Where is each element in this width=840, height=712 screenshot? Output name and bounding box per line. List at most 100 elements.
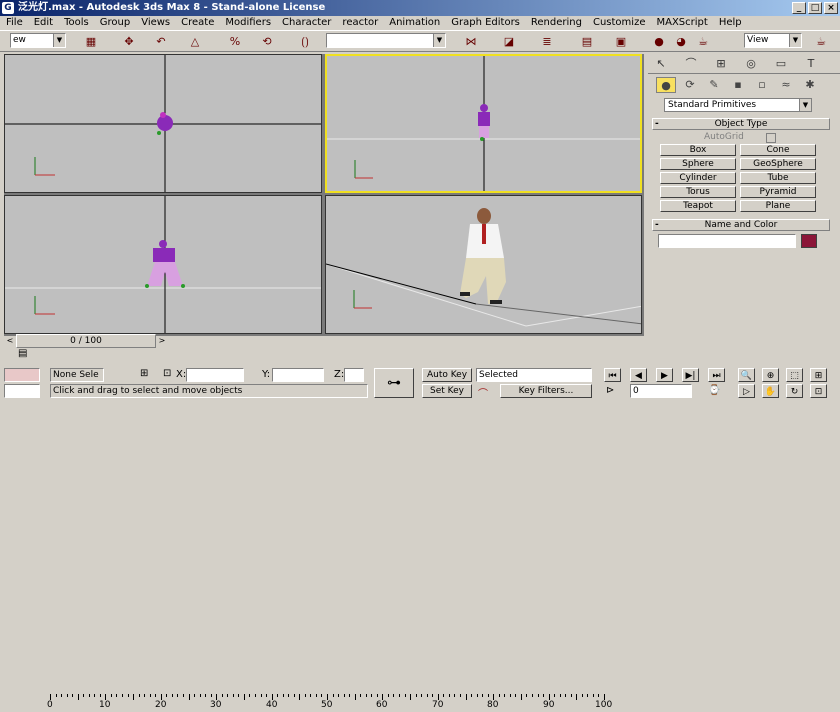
plane-button[interactable]: Plane <box>740 200 816 212</box>
menu-edit[interactable]: Edit <box>34 16 53 30</box>
menu-graph-editors[interactable]: Graph Editors <box>451 16 520 30</box>
current-frame-field[interactable]: 0 <box>630 384 692 398</box>
go-to-end-icon[interactable]: ⏭ <box>708 368 725 382</box>
object-color-swatch[interactable] <box>801 234 817 248</box>
maximize-viewport-icon[interactable]: ⊡ <box>810 384 827 398</box>
zoom-all-icon[interactable]: ⊕ <box>762 368 779 382</box>
cone-button[interactable]: Cone <box>740 144 816 156</box>
geosphere-button[interactable]: GeoSphere <box>740 158 816 170</box>
menu-create[interactable]: Create <box>181 16 214 30</box>
selection-filter-dropdown[interactable]: ew ▼ <box>10 33 66 48</box>
curve-editor-icon[interactable]: ▤ <box>578 34 596 50</box>
absolute-mode-icon[interactable]: ⊡ <box>163 368 171 379</box>
go-to-start-icon[interactable]: ⏮ <box>604 368 621 382</box>
arc-rotate-icon[interactable]: ↻ <box>786 384 803 398</box>
material-editor-icon[interactable]: ● <box>650 34 668 50</box>
lock-selection-icon[interactable]: ⊞ <box>140 368 148 379</box>
menu-character[interactable]: Character <box>282 16 331 30</box>
viewport-top[interactable] <box>4 54 322 193</box>
shapes-icon[interactable]: ⟳ <box>680 77 700 93</box>
align-icon[interactable]: ◪ <box>500 34 518 50</box>
auto-key-button[interactable]: Auto Key <box>422 368 472 382</box>
x-coord-field[interactable] <box>186 368 244 382</box>
menu-file[interactable]: File <box>6 16 23 30</box>
name-color-rollout-header[interactable]: - Name and Color <box>652 219 830 231</box>
pyramid-button[interactable]: Pyramid <box>740 186 816 198</box>
mirror-icon[interactable]: ⋈ <box>462 34 480 50</box>
viewport-left[interactable] <box>4 195 322 334</box>
menu-animation[interactable]: Animation <box>389 16 440 30</box>
select-move-icon[interactable]: ✥ <box>120 34 138 50</box>
percent-snap-icon[interactable]: % <box>226 34 244 50</box>
select-by-name-icon[interactable]: ▦ <box>82 34 100 50</box>
box-button[interactable]: Box <box>660 144 736 156</box>
minimize-button[interactable]: _ <box>792 2 806 14</box>
cylinder-button[interactable]: Cylinder <box>660 172 736 184</box>
undo-icon[interactable]: ↶ <box>152 34 170 50</box>
menu-group[interactable]: Group <box>100 16 130 30</box>
angle-snap-icon[interactable]: △ <box>186 34 204 50</box>
utilities-tab-icon[interactable]: T <box>800 56 822 72</box>
menu-rendering[interactable]: Rendering <box>531 16 582 30</box>
schematic-view-icon[interactable]: ▣ <box>612 34 630 50</box>
edit-named-selection-icon[interactable]: ⟮⟯ <box>296 34 314 50</box>
track-bar-icon[interactable]: ▤ <box>18 348 27 359</box>
key-mode-toggle-icon[interactable]: ⊳ <box>606 385 614 396</box>
helpers-icon[interactable]: ▫ <box>752 77 772 93</box>
default-in-out-tangent-icon[interactable]: ⌒ <box>478 385 488 400</box>
menu-modifiers[interactable]: Modifiers <box>225 16 271 30</box>
track-bar[interactable]: ▤ 0 10 20 30 40 50 60 70 80 90 100 <box>0 346 840 710</box>
zoom-extents-all-icon[interactable]: ⊞ <box>810 368 827 382</box>
set-key-icon[interactable]: ⊶ <box>374 368 414 398</box>
create-tab-icon[interactable]: ↖ <box>650 56 672 72</box>
y-coord-field[interactable] <box>272 368 324 382</box>
viewport-perspective[interactable] <box>325 195 642 334</box>
close-button[interactable]: × <box>824 2 838 14</box>
key-mode-dropdown[interactable]: Selected <box>476 368 592 382</box>
display-tab-icon[interactable]: ▭ <box>770 56 792 72</box>
named-selection-set-dropdown[interactable]: ▼ <box>326 33 446 48</box>
object-name-input[interactable] <box>658 234 796 248</box>
tube-button[interactable]: Tube <box>740 172 816 184</box>
set-key-button[interactable]: Set Key <box>422 384 472 398</box>
pan-icon[interactable]: ✋ <box>762 384 779 398</box>
lights-icon[interactable]: ✎ <box>704 77 724 93</box>
sphere-button[interactable]: Sphere <box>660 158 736 170</box>
next-frame-icon[interactable]: ▶| <box>682 368 699 382</box>
zoom-extents-icon[interactable]: ⬚ <box>786 368 803 382</box>
spinner-snap-icon[interactable]: ⟲ <box>258 34 276 50</box>
maximize-button[interactable]: □ <box>808 2 822 14</box>
torus-button[interactable]: Torus <box>660 186 736 198</box>
timeline-ruler[interactable]: 0 10 20 30 40 50 60 70 80 90 100 <box>40 694 612 712</box>
primitive-category-dropdown[interactable]: Standard Primitives ▼ <box>664 98 812 112</box>
maxscript-listener-mini[interactable] <box>4 368 40 382</box>
motion-tab-icon[interactable]: ◎ <box>740 56 762 72</box>
modify-tab-icon[interactable]: ⌒ <box>680 56 702 72</box>
viewport-front[interactable] <box>325 54 642 193</box>
previous-frame-icon[interactable]: ◀ <box>630 368 647 382</box>
field-of-view-icon[interactable]: ▷ <box>738 384 755 398</box>
zoom-icon[interactable]: 🔍 <box>738 368 755 382</box>
hierarchy-tab-icon[interactable]: ⊞ <box>710 56 732 72</box>
key-filters-button[interactable]: Key Filters... <box>500 384 592 398</box>
render-scene-icon[interactable]: ◕ <box>672 34 690 50</box>
space-warps-icon[interactable]: ≈ <box>776 77 796 93</box>
menu-customize[interactable]: Customize <box>593 16 646 30</box>
menu-tools[interactable]: Tools <box>64 16 89 30</box>
play-icon[interactable]: ▶ <box>656 368 673 382</box>
cameras-icon[interactable]: ▪ <box>728 77 748 93</box>
geometry-icon[interactable]: ● <box>656 77 676 93</box>
quick-render-icon[interactable]: ☕ <box>694 34 712 50</box>
layer-manager-icon[interactable]: ≣ <box>538 34 556 50</box>
systems-icon[interactable]: ✱ <box>800 77 820 93</box>
menu-help[interactable]: Help <box>719 16 742 30</box>
teapot-button[interactable]: Teapot <box>660 200 736 212</box>
menu-views[interactable]: Views <box>141 16 170 30</box>
render-last-icon[interactable]: ☕ <box>812 34 830 50</box>
time-configuration-icon[interactable]: ⌚ <box>708 385 720 396</box>
object-type-rollout-header[interactable]: - Object Type <box>652 118 830 130</box>
maxscript-input[interactable] <box>4 384 40 398</box>
autogrid-checkbox[interactable] <box>766 133 776 143</box>
render-type-dropdown[interactable]: View ▼ <box>744 33 802 48</box>
z-coord-field[interactable] <box>344 368 364 382</box>
